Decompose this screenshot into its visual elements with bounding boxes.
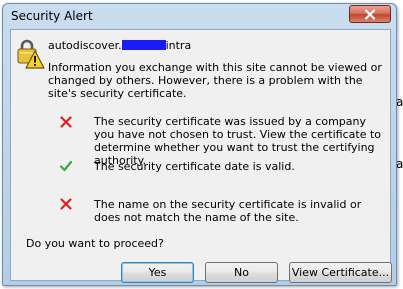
certificate-date-status: The security certificate date is valid. xyxy=(94,160,295,173)
dialog-title: Security Alert xyxy=(11,9,93,23)
background-text-fragment: a xyxy=(396,95,403,109)
no-button[interactable]: No xyxy=(205,262,278,283)
intro-message: Information you exchange with this site … xyxy=(48,61,382,100)
title-bar[interactable]: Security Alert xyxy=(3,4,396,30)
security-alert-dialog: Security Alert autodiscover. intra Inform… xyxy=(2,3,397,286)
certificate-name-warning: The name on the security certificate is … xyxy=(94,198,362,224)
green-check-icon xyxy=(59,160,73,172)
close-icon xyxy=(364,8,376,20)
redaction-box xyxy=(121,40,166,50)
red-x-icon xyxy=(60,198,72,210)
proceed-question: Do you want to proceed? xyxy=(26,237,164,250)
site-hostname: autodiscover. intra xyxy=(48,39,192,52)
view-certificate-button[interactable]: View Certificate... xyxy=(289,262,392,283)
background-text-fragment: a xyxy=(396,157,403,171)
close-button[interactable] xyxy=(349,5,391,23)
security-lock-warning-icon xyxy=(17,39,45,69)
red-x-icon xyxy=(60,116,72,128)
dialog-body: autodiscover. intra Information you excha… xyxy=(10,29,392,283)
yes-button[interactable]: Yes xyxy=(121,262,194,283)
